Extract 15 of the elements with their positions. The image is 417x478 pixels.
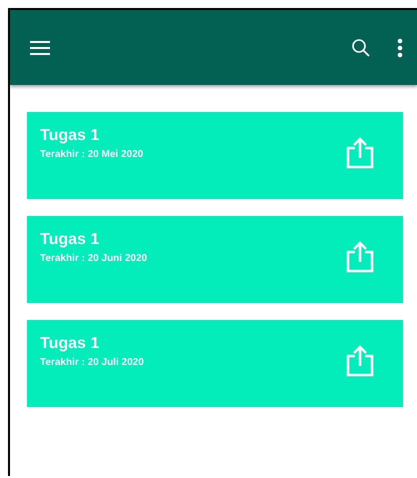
menu-icon (30, 40, 50, 56)
search-icon (351, 38, 371, 58)
share-icon (346, 241, 374, 273)
search-button[interactable] (351, 38, 371, 58)
task-title: Tugas 1 (40, 335, 100, 353)
share-icon (346, 137, 374, 169)
task-deadline: Terakhir : 20 Mei 2020 (40, 149, 144, 160)
more-button[interactable] (397, 38, 403, 58)
task-title: Tugas 1 (40, 231, 100, 249)
share-icon (346, 345, 374, 377)
task-title: Tugas 1 (40, 127, 100, 145)
task-deadline: Terakhir : 20 Juni 2020 (40, 253, 148, 264)
more-icon (397, 38, 403, 58)
task-deadline: Terakhir : 20 Juli 2020 (40, 357, 145, 368)
menu-button[interactable] (30, 40, 50, 56)
